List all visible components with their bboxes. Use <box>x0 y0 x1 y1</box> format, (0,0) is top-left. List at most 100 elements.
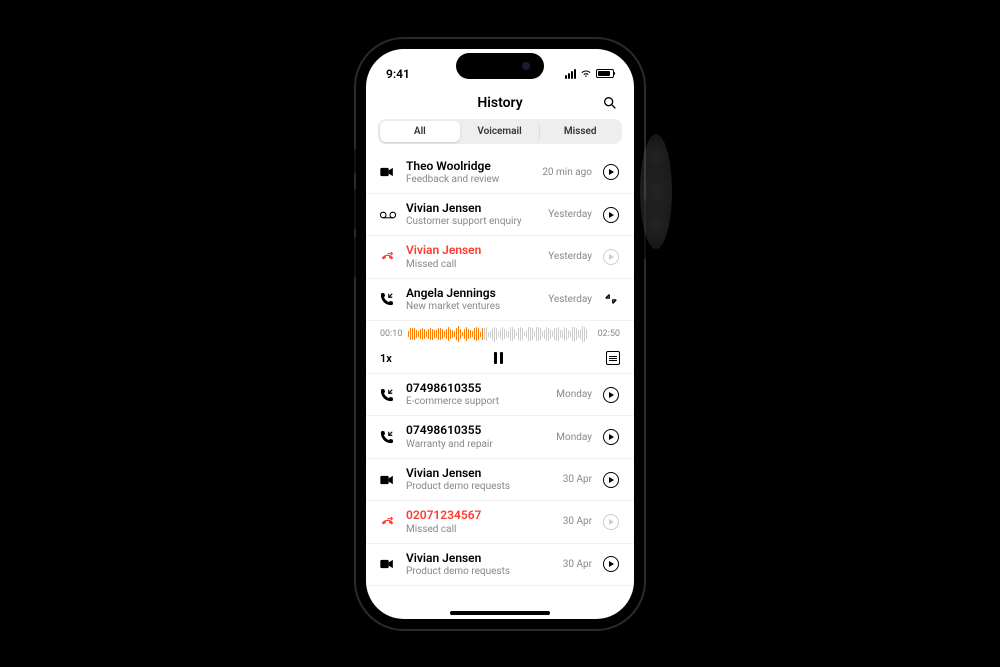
call-time: 30 Apr <box>563 516 592 527</box>
missed-icon <box>380 516 396 528</box>
row-action-button[interactable] <box>602 428 620 446</box>
call-history-list[interactable]: Theo Woolridge Feedback and review 20 mi… <box>366 152 634 619</box>
call-time: Yesterday <box>548 251 592 262</box>
caller-name: 02071234567 <box>406 508 553 522</box>
missed-icon <box>380 251 396 263</box>
play-icon <box>603 514 619 530</box>
call-info: 07498610355 Warranty and repair <box>406 423 546 450</box>
play-icon <box>603 556 619 572</box>
video-icon <box>380 167 396 177</box>
tab-all[interactable]: All <box>380 121 460 142</box>
caller-name: Vivian Jensen <box>406 201 538 215</box>
call-info: Vivian Jensen Customer support enquiry <box>406 201 538 228</box>
call-info: 07498610355 E-commerce support <box>406 381 546 408</box>
page-title: History <box>477 95 522 111</box>
caller-name: Vivian Jensen <box>406 243 538 257</box>
play-icon <box>603 429 619 445</box>
incoming-icon <box>380 388 396 402</box>
call-subtitle: Product demo requests <box>406 566 553 578</box>
search-icon <box>602 95 618 111</box>
row-action-button[interactable] <box>602 163 620 181</box>
call-info: 02071234567 Missed call <box>406 508 553 535</box>
call-subtitle: Feedback and review <box>406 174 532 186</box>
call-row[interactable]: Vivian Jensen Product demo requests 30 A… <box>366 544 634 586</box>
caller-name: Vivian Jensen <box>406 466 553 480</box>
status-right <box>565 69 614 79</box>
row-action-button[interactable] <box>602 513 620 531</box>
call-time: 30 Apr <box>563 559 592 570</box>
call-time: Monday <box>556 432 592 443</box>
call-subtitle: Customer support enquiry <box>406 216 538 228</box>
cellular-icon <box>565 69 576 79</box>
caller-name: 07498610355 <box>406 381 546 395</box>
call-time: Yesterday <box>548 294 592 305</box>
call-row[interactable]: Vivian Jensen Missed call Yesterday <box>366 236 634 278</box>
caller-name: 07498610355 <box>406 423 546 437</box>
waveform-row: 00:10 02:50 <box>380 325 620 343</box>
status-time: 9:41 <box>386 67 410 81</box>
call-row[interactable]: 07498610355 E-commerce support Monday <box>366 374 634 416</box>
tab-missed[interactable]: Missed <box>540 121 620 142</box>
call-row[interactable]: 02071234567 Missed call 30 Apr <box>366 501 634 543</box>
call-subtitle: Product demo requests <box>406 481 553 493</box>
incoming-icon <box>380 430 396 444</box>
mute-switch <box>354 149 356 173</box>
dynamic-island <box>456 53 544 79</box>
battery-icon <box>596 69 614 78</box>
segmented-control: All Voicemail Missed <box>378 119 622 144</box>
call-subtitle: Missed call <box>406 524 553 536</box>
call-time: Monday <box>556 389 592 400</box>
call-row[interactable]: 07498610355 Warranty and repair Monday <box>366 416 634 458</box>
play-icon <box>603 472 619 488</box>
call-row[interactable]: Vivian Jensen Product demo requests 30 A… <box>366 459 634 501</box>
call-time: Yesterday <box>548 209 592 220</box>
row-action-button[interactable] <box>602 206 620 224</box>
call-row[interactable]: Vivian Jensen Customer support enquiry Y… <box>366 194 634 236</box>
waveform-scrubber[interactable] <box>408 325 591 343</box>
volume-up <box>354 189 356 229</box>
call-info: Vivian Jensen Product demo requests <box>406 551 553 578</box>
video-icon <box>380 559 396 569</box>
call-subtitle: New market ventures <box>406 301 538 313</box>
texture-decoration <box>640 134 672 249</box>
video-icon <box>380 475 396 485</box>
voicemail-player: 00:10 02:50 1x <box>366 321 634 374</box>
call-time: 20 min ago <box>542 167 592 178</box>
pause-button[interactable] <box>494 352 503 364</box>
call-time: 30 Apr <box>563 474 592 485</box>
tab-voicemail[interactable]: Voicemail <box>460 121 541 142</box>
collapse-icon <box>604 292 618 306</box>
search-button[interactable] <box>602 95 618 111</box>
row-action-button[interactable] <box>602 386 620 404</box>
playback-speed-button[interactable]: 1x <box>380 352 392 365</box>
call-row[interactable]: Angela Jennings New market ventures Yest… <box>366 279 634 321</box>
call-info: Vivian Jensen Missed call <box>406 243 538 270</box>
total-time: 02:50 <box>598 329 620 339</box>
play-icon <box>603 164 619 180</box>
row-action-button[interactable] <box>602 290 620 308</box>
phone-frame: 9:41 History All Voicemail Missed Theo W… <box>356 39 644 629</box>
caller-name: Theo Woolridge <box>406 159 532 173</box>
player-controls: 1x <box>380 351 620 365</box>
caller-name: Vivian Jensen <box>406 551 553 565</box>
transcript-button[interactable] <box>606 351 620 365</box>
play-icon <box>603 207 619 223</box>
call-row[interactable]: Theo Woolridge Feedback and review 20 mi… <box>366 152 634 194</box>
voicemail-icon <box>380 211 396 219</box>
elapsed-time: 00:10 <box>380 329 402 339</box>
home-indicator[interactable] <box>450 611 550 615</box>
caller-name: Angela Jennings <box>406 286 538 300</box>
call-info: Angela Jennings New market ventures <box>406 286 538 313</box>
volume-down <box>354 237 356 277</box>
row-action-button[interactable] <box>602 555 620 573</box>
row-action-button[interactable] <box>602 471 620 489</box>
call-subtitle: Warranty and repair <box>406 439 546 451</box>
call-subtitle: E-commerce support <box>406 396 546 408</box>
header: History <box>366 89 634 119</box>
wifi-icon <box>580 69 592 78</box>
call-subtitle: Missed call <box>406 259 538 271</box>
play-icon <box>603 249 619 265</box>
row-action-button[interactable] <box>602 248 620 266</box>
call-info: Vivian Jensen Product demo requests <box>406 466 553 493</box>
play-icon <box>603 387 619 403</box>
